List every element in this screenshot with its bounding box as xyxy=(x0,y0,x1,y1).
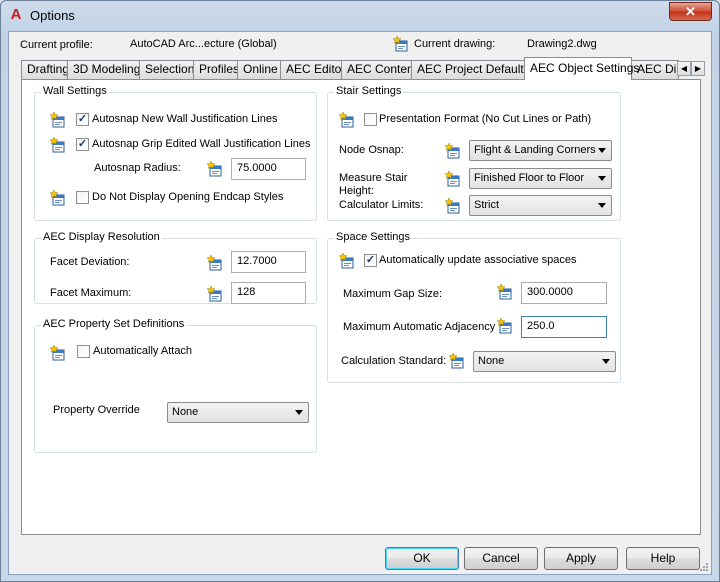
tab-online[interactable]: Online xyxy=(237,60,281,79)
property-override-value: None xyxy=(172,406,199,418)
autosnap-grip-label: Autosnap Grip Edited Wall Justification … xyxy=(92,138,311,150)
close-button[interactable]: ✕ xyxy=(669,2,712,21)
presentation-format-checkbox[interactable] xyxy=(364,113,377,126)
display-resolution-title: AEC Display Resolution xyxy=(41,231,162,243)
title-bar[interactable]: A Options ✕ xyxy=(1,1,719,31)
drawing-settings-icon xyxy=(497,284,513,300)
current-drawing-value: Drawing2.dwg xyxy=(527,38,597,50)
facet-maximum-label: Facet Maximum: xyxy=(50,287,132,299)
tab-strip: Drafting 3D Modeling Selection Profiles … xyxy=(21,57,705,80)
measure-height-label-1: Measure Stair xyxy=(339,172,408,184)
tab-scroll-right-icon[interactable]: ▶ xyxy=(691,61,705,76)
presentation-format-label: Presentation Format (No Cut Lines or Pat… xyxy=(379,113,592,125)
node-osnap-value: Flight & Landing Corners xyxy=(474,144,596,156)
space-settings-title: Space Settings xyxy=(334,231,412,243)
max-gap-label: Maximum Gap Size: xyxy=(343,288,443,300)
chevron-down-icon xyxy=(598,176,606,181)
drawing-settings-icon xyxy=(445,171,461,187)
auto-attach-checkbox[interactable] xyxy=(77,345,90,358)
current-drawing-label: Current drawing: xyxy=(414,38,496,50)
calc-limits-value: Strict xyxy=(474,199,500,211)
options-dialog: A Options ✕ Current profile: AutoCAD Arc… xyxy=(0,0,720,582)
chevron-down-icon xyxy=(598,148,606,153)
dialog-body: Current profile: AutoCAD Arc...ecture (G… xyxy=(8,31,712,575)
tab-profiles[interactable]: Profiles xyxy=(193,60,239,79)
tab-aec-object-settings[interactable]: AEC Object Settings xyxy=(524,57,639,80)
drawing-settings-icon xyxy=(445,198,461,214)
drawing-settings-icon xyxy=(445,143,461,159)
property-set-group: AEC Property Set Definitions Automatical… xyxy=(34,318,317,453)
measure-height-select[interactable]: Finished Floor to Floor xyxy=(469,168,612,189)
autosnap-grip-checkbox[interactable]: ✓ xyxy=(76,138,89,151)
autosnap-new-checkbox[interactable]: ✓ xyxy=(76,113,89,126)
drawing-settings-icon xyxy=(207,255,223,271)
drawing-settings-icon xyxy=(339,112,355,128)
autosnap-radius-label: Autosnap Radius: xyxy=(94,162,181,174)
calc-standard-value: None xyxy=(478,355,505,367)
node-osnap-label: Node Osnap: xyxy=(339,144,404,156)
chevron-down-icon xyxy=(598,203,606,208)
stair-settings-title: Stair Settings xyxy=(334,85,404,97)
calc-standard-select[interactable]: None xyxy=(473,351,616,372)
calc-limits-label: Calculator Limits: xyxy=(339,199,424,211)
tab-3d-modeling[interactable]: 3D Modeling xyxy=(67,60,140,79)
autosnap-radius-input[interactable]: 75.0000 xyxy=(231,158,306,180)
tab-aec-editor[interactable]: AEC Editor xyxy=(280,60,345,79)
cancel-button[interactable]: Cancel xyxy=(464,547,538,570)
current-profile-value: AutoCAD Arc...ecture (Global) xyxy=(130,38,277,50)
drawing-settings-icon xyxy=(449,353,465,369)
measure-height-label-2: Height: xyxy=(339,185,374,197)
drawing-settings-icon xyxy=(50,137,66,153)
display-resolution-group: AEC Display Resolution Facet Deviation: … xyxy=(34,231,317,304)
autocad-app-icon: A xyxy=(10,6,22,23)
tab-selection[interactable]: Selection xyxy=(139,60,194,79)
help-button[interactable]: Help xyxy=(626,547,700,570)
property-override-select[interactable]: None xyxy=(167,402,309,423)
auto-update-spaces-checkbox[interactable]: ✓ xyxy=(364,254,377,267)
drawing-settings-icon xyxy=(50,190,66,206)
wall-settings-title: Wall Settings xyxy=(41,85,109,97)
drawing-settings-icon xyxy=(339,253,355,269)
max-adjacency-label: Maximum Automatic Adjacency xyxy=(343,321,496,333)
calc-standard-label: Calculation Standard: xyxy=(341,355,447,367)
current-profile-label: Current profile: xyxy=(20,39,93,51)
window-title: Options xyxy=(30,8,75,23)
facet-deviation-input[interactable]: 12.7000 xyxy=(231,251,306,273)
apply-button[interactable]: Apply xyxy=(544,547,618,570)
drawing-settings-icon xyxy=(497,318,513,334)
endcap-label: Do Not Display Opening Endcap Styles xyxy=(92,191,284,203)
property-set-title: AEC Property Set Definitions xyxy=(41,318,187,330)
resize-grip-icon[interactable] xyxy=(699,562,709,572)
calc-limits-select[interactable]: Strict xyxy=(469,195,612,216)
measure-height-value: Finished Floor to Floor xyxy=(474,172,585,184)
tab-aec-project-defaults[interactable]: AEC Project Defaults xyxy=(411,60,530,79)
chevron-down-icon xyxy=(602,359,610,364)
drawing-settings-icon xyxy=(207,161,223,177)
auto-attach-label: Automatically Attach xyxy=(93,345,193,357)
wall-settings-group: Wall Settings ✓ Autosnap New Wall Justif… xyxy=(34,85,317,221)
node-osnap-select[interactable]: Flight & Landing Corners xyxy=(469,140,612,161)
tab-drafting[interactable]: Drafting xyxy=(21,60,69,79)
property-override-label: Property Override xyxy=(53,404,140,416)
facet-deviation-label: Facet Deviation: xyxy=(50,256,130,268)
drawing-settings-icon xyxy=(207,286,223,302)
facet-maximum-input[interactable]: 128 xyxy=(231,282,306,304)
endcap-checkbox[interactable] xyxy=(76,191,89,204)
space-settings-group: Space Settings ✓ Automatically update as… xyxy=(327,231,621,383)
tab-scroll-left-icon[interactable]: ◀ xyxy=(677,61,691,76)
drawing-settings-icon xyxy=(393,36,409,52)
tab-aec-content[interactable]: AEC Content xyxy=(341,60,417,79)
tab-panel-aec-object-settings: Wall Settings ✓ Autosnap New Wall Justif… xyxy=(21,79,701,535)
drawing-settings-icon xyxy=(50,345,66,361)
drawing-settings-icon xyxy=(50,112,66,128)
stair-settings-group: Stair Settings Presentation Format (No C… xyxy=(327,85,621,221)
chevron-down-icon xyxy=(295,410,303,415)
max-adjacency-input[interactable]: 250.0 xyxy=(521,316,607,338)
ok-button[interactable]: OK xyxy=(385,547,459,570)
auto-update-spaces-label: Automatically update associative spaces xyxy=(379,254,577,266)
max-gap-input[interactable]: 300.0000 xyxy=(521,282,607,304)
autosnap-new-label: Autosnap New Wall Justification Lines xyxy=(92,113,278,125)
